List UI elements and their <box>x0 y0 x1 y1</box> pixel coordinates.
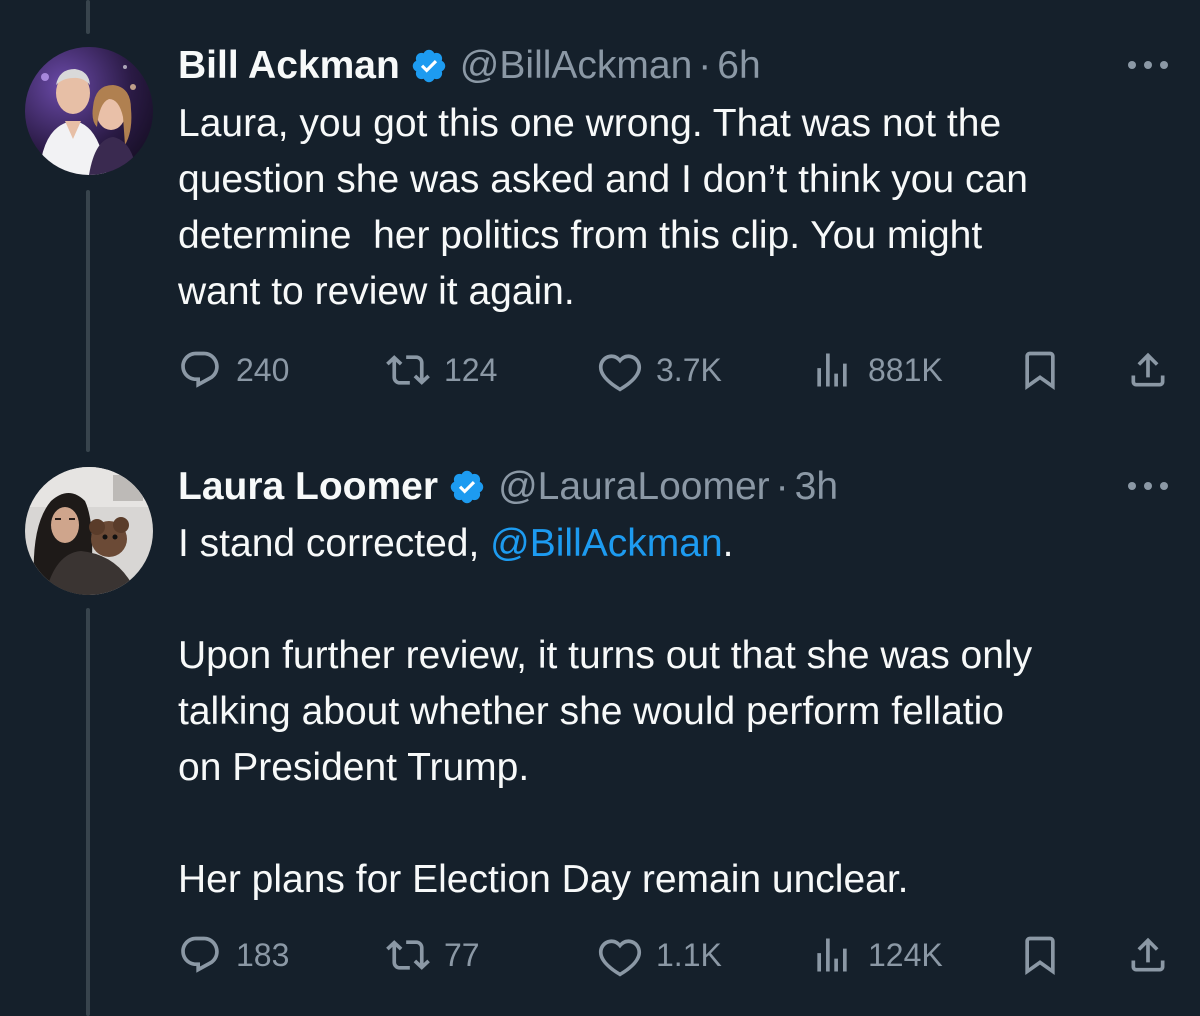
retweet-button[interactable]: 124 <box>386 345 497 395</box>
like-count: 3.7K <box>656 351 722 388</box>
user-handle[interactable]: @LauraLoomer <box>498 465 770 509</box>
bookmark-icon <box>1025 936 1055 976</box>
verified-badge-icon <box>412 49 446 83</box>
mention-link[interactable]: @BillAckman <box>490 522 722 565</box>
retweet-arrows-icon <box>386 940 430 970</box>
avatar-laura-loomer[interactable] <box>25 467 153 595</box>
display-name[interactable]: Laura Loomer <box>178 465 438 509</box>
tweet-header: Laura Loomer @LauraLoomer · 3h <box>178 462 838 512</box>
display-name[interactable]: Bill Ackman <box>178 44 400 88</box>
bar-chart-icon <box>817 938 847 972</box>
speech-bubble-icon <box>181 351 219 388</box>
share-upload-icon <box>1131 937 1165 972</box>
more-options-icon[interactable] <box>1128 61 1168 71</box>
like-button[interactable]: 1.1K <box>598 930 722 980</box>
time-separator: · <box>698 44 712 87</box>
tweet-text-start: I stand corrected, <box>178 522 491 565</box>
views-button[interactable]: 124K <box>810 930 943 980</box>
like-count: 1.1K <box>656 936 722 973</box>
reply-button[interactable]: 240 <box>178 345 289 395</box>
speech-bubble-icon <box>181 936 219 973</box>
avatar-bill-ackman[interactable] <box>25 47 153 175</box>
tweet-timestamp[interactable]: 3h <box>795 465 838 509</box>
verified-badge-icon <box>450 470 484 504</box>
heart-icon <box>598 939 642 977</box>
view-count: 881K <box>868 351 943 388</box>
heart-icon <box>598 354 642 392</box>
user-handle[interactable]: @BillAckman <box>460 44 692 88</box>
like-button[interactable]: 3.7K <box>598 345 722 395</box>
bookmark-icon <box>1025 351 1055 391</box>
retweet-button[interactable]: 77 <box>386 930 480 980</box>
bookmark-button[interactable] <box>1018 930 1062 980</box>
tweet-timestamp[interactable]: 6h <box>717 44 760 88</box>
reply-button[interactable]: 183 <box>178 930 289 980</box>
share-upload-icon <box>1131 352 1165 387</box>
view-count: 124K <box>868 936 943 973</box>
tweet-actions: 183 77 1.1K 124K <box>178 930 1170 980</box>
reply-count: 240 <box>236 351 290 388</box>
time-separator: · <box>775 465 789 508</box>
retweet-arrows-icon <box>386 355 430 385</box>
share-button[interactable] <box>1126 930 1170 980</box>
reply-count: 183 <box>236 936 290 973</box>
bookmark-button[interactable] <box>1018 345 1062 395</box>
tweet-header: Bill Ackman @BillAckman · 6h <box>178 41 761 91</box>
tweet-laura-loomer[interactable]: Laura Loomer @LauraLoomer · 3h I stand c… <box>0 440 1200 1016</box>
tweet-text: Laura, you got this one wrong. That was … <box>178 102 1028 313</box>
retweet-count: 124 <box>444 351 498 388</box>
share-button[interactable] <box>1126 345 1170 395</box>
tweet-bill-ackman[interactable]: Bill Ackman @BillAckman · 6h Laura, you … <box>0 0 1200 440</box>
tweet-actions: 240 124 3.7K 881K <box>178 345 1170 395</box>
more-options-icon[interactable] <box>1128 482 1168 492</box>
bar-chart-icon <box>817 353 847 387</box>
views-button[interactable]: 881K <box>810 345 943 395</box>
tweet-text-rest: . Upon further review, it turns out that… <box>178 522 1033 901</box>
tweet-text: I stand corrected, @BillAckman. Upon fur… <box>178 516 1168 908</box>
retweet-count: 77 <box>444 936 480 973</box>
